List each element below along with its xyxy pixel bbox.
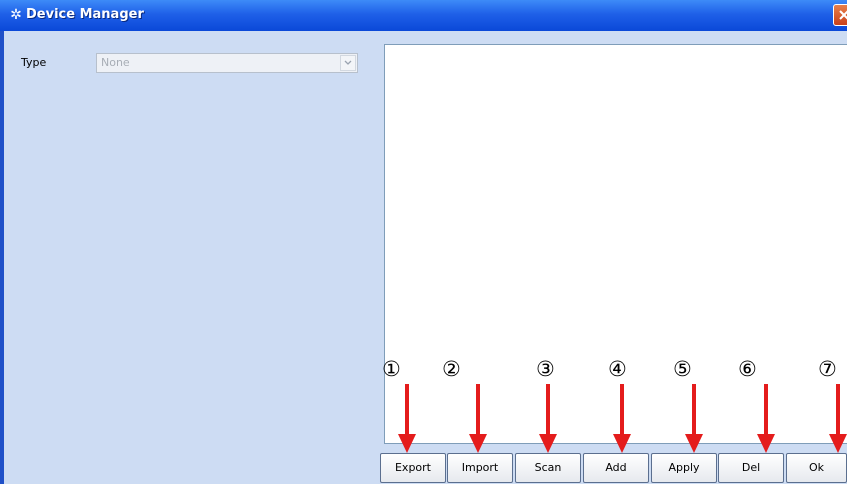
annotation-marker-6: ⑥: [738, 357, 757, 381]
red-arrow-icon: [398, 384, 416, 453]
annotation-marker-7: ⑦: [818, 357, 837, 381]
chevron-down-icon: [344, 60, 352, 65]
import-button[interactable]: Import: [447, 453, 513, 483]
annotation-marker-5: ⑤: [673, 357, 692, 381]
gear-icon: ✲: [10, 7, 22, 23]
window-title: Device Manager: [26, 7, 144, 22]
type-label: Type: [21, 56, 47, 69]
dropdown-button[interactable]: [340, 55, 356, 71]
scan-button[interactable]: Scan: [515, 453, 581, 483]
red-arrow-icon: [469, 384, 487, 453]
annotation-marker-4: ④: [608, 357, 627, 381]
type-select-value: None: [101, 56, 130, 69]
close-button[interactable]: [833, 4, 847, 26]
red-arrow-icon: [613, 384, 631, 453]
annotation-marker-1: ①: [382, 357, 401, 381]
annotation-marker-3: ③: [536, 357, 555, 381]
annotation-marker-2: ②: [442, 357, 461, 381]
export-button[interactable]: Export: [380, 453, 446, 483]
type-select[interactable]: None: [96, 53, 358, 73]
close-icon: [839, 10, 847, 20]
red-arrow-icon: [539, 384, 557, 453]
red-arrow-icon: [757, 384, 775, 453]
title-bar[interactable]: ✲ Device Manager: [0, 0, 847, 31]
add-button[interactable]: Add: [583, 453, 649, 483]
del-button[interactable]: Del: [718, 453, 784, 483]
ok-button[interactable]: Ok: [786, 453, 847, 483]
red-arrow-icon: [829, 384, 847, 453]
red-arrow-icon: [685, 384, 703, 453]
apply-button[interactable]: Apply: [651, 453, 717, 483]
